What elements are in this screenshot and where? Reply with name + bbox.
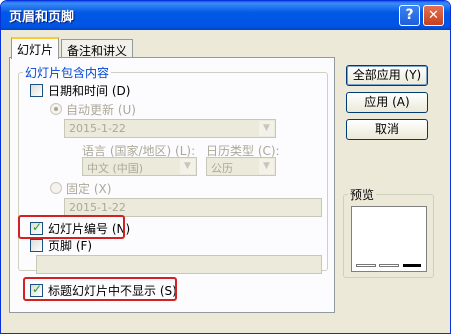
slide-number-highlight [18, 215, 125, 239]
tab-panel: 幻灯片包含内容 日期和时间 (D) 自动更新 (U) 2015-1-22 ▼ 语… [9, 57, 335, 313]
calendar-select[interactable]: 公历 ▼ [206, 157, 276, 176]
chevron-down-icon: ▼ [259, 159, 274, 174]
help-button[interactable]: ? [399, 5, 420, 26]
auto-update-label: 自动更新 (U) [66, 103, 136, 117]
tab-slide[interactable]: 幻灯片 [11, 37, 60, 59]
tab-notes-handouts[interactable]: 备注和讲义 [61, 39, 134, 58]
apply-button[interactable]: 应用 (A) [346, 92, 428, 113]
cancel-button[interactable]: 取消 [346, 119, 428, 140]
footer-checkbox[interactable] [30, 239, 43, 252]
footer-text-input[interactable] [36, 255, 322, 274]
footer-label: 页脚 (F) [48, 239, 93, 253]
chevron-down-icon: ▼ [259, 121, 274, 136]
dialog-window: 页眉和页脚 ? ✕ 幻灯片 备注和讲义 幻灯片包含内容 日期和时间 (D) 自动… [0, 0, 451, 334]
window-title: 页眉和页脚 [9, 10, 75, 25]
language-select[interactable]: 中文 (中国) ▼ [82, 157, 197, 176]
chevron-down-icon: ▼ [180, 159, 195, 174]
auto-update-date-select[interactable]: 2015-1-22 ▼ [64, 119, 276, 138]
date-time-checkbox[interactable] [30, 84, 43, 97]
apply-all-button[interactable]: 全部应用 (Y) [346, 65, 428, 86]
group-label: 幻灯片包含内容 [23, 64, 112, 81]
fixed-radio[interactable] [50, 182, 62, 194]
preview-footer-placeholder [379, 264, 399, 267]
dont-show-title-highlight [23, 277, 177, 301]
title-bar[interactable]: 页眉和页脚 ? ✕ [1, 1, 450, 30]
preview-date-placeholder [356, 264, 376, 267]
close-button[interactable]: ✕ [423, 5, 444, 26]
auto-update-date-value: 2015-1-22 [69, 122, 126, 135]
auto-update-radio[interactable] [50, 103, 62, 115]
fixed-label: 固定 (X) [66, 182, 112, 196]
language-value: 中文 (中国) [87, 162, 144, 175]
preview-page [351, 206, 427, 272]
preview-label: 预览 [348, 186, 377, 203]
date-time-label: 日期和时间 (D) [48, 84, 131, 98]
fixed-date-value: 2015-1-22 [69, 201, 126, 214]
preview-slide-number-placeholder [403, 264, 421, 267]
calendar-value: 公历 [211, 162, 233, 175]
